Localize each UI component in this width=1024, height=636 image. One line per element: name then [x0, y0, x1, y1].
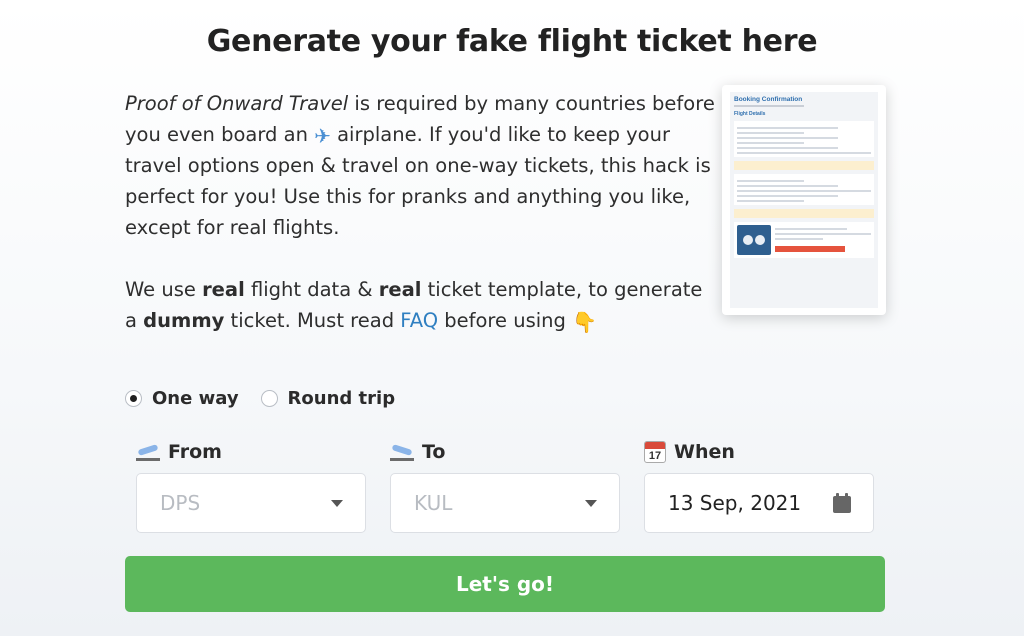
when-label: When [674, 441, 735, 463]
date-value: 13 Sep, 2021 [668, 491, 802, 515]
departure-icon [136, 443, 160, 461]
date-input[interactable]: 13 Sep, 2021 [644, 473, 874, 533]
radio-one-way-label: One way [152, 388, 239, 409]
from-field: From DPS [136, 440, 366, 533]
binoculars-icon [737, 225, 771, 255]
trip-type-selector: One way Round trip [125, 388, 395, 409]
radio-round-trip[interactable]: Round trip [260, 388, 396, 409]
proof-of-onward-travel: Proof of Onward Travel [125, 92, 349, 115]
radio-one-way-control[interactable] [125, 390, 142, 407]
airplane-icon: ✈ [314, 124, 331, 148]
intro-paragraph-1: Proof of Onward Travel is required by ma… [125, 92, 715, 239]
chevron-down-icon [331, 499, 343, 507]
preview-heading: Booking Confirmation [734, 96, 803, 103]
lets-go-button[interactable]: Let's go! [125, 556, 885, 612]
chevron-down-icon [585, 499, 597, 507]
calendar-emoji-icon: 17 [644, 441, 666, 463]
arrival-icon [390, 443, 414, 461]
calendar-icon[interactable] [833, 493, 851, 513]
to-placeholder: KUL [414, 491, 453, 515]
intro-text: Proof of Onward Travel is required by ma… [125, 88, 715, 336]
to-field: To KUL [390, 440, 620, 533]
faq-link[interactable]: FAQ [400, 309, 438, 332]
from-placeholder: DPS [160, 491, 201, 515]
from-label: From [168, 441, 222, 463]
page-title: Generate your fake flight ticket here [206, 24, 818, 59]
pointing-down-icon: 👇 [572, 310, 597, 334]
ticket-preview-image: Booking Confirmation Flight Details [722, 85, 886, 315]
preview-section: Flight Details [734, 111, 766, 117]
radio-round-trip-control[interactable] [260, 390, 278, 407]
when-field: 17 When 13 Sep, 2021 [644, 440, 874, 533]
radio-round-trip-label: Round trip [287, 388, 396, 409]
intro-paragraph-2: We use real flight data & real ticket te… [125, 278, 703, 334]
radio-one-way[interactable]: One way [125, 388, 239, 409]
to-select[interactable]: KUL [390, 473, 620, 533]
to-label: To [422, 441, 446, 463]
from-select[interactable]: DPS [136, 473, 366, 533]
